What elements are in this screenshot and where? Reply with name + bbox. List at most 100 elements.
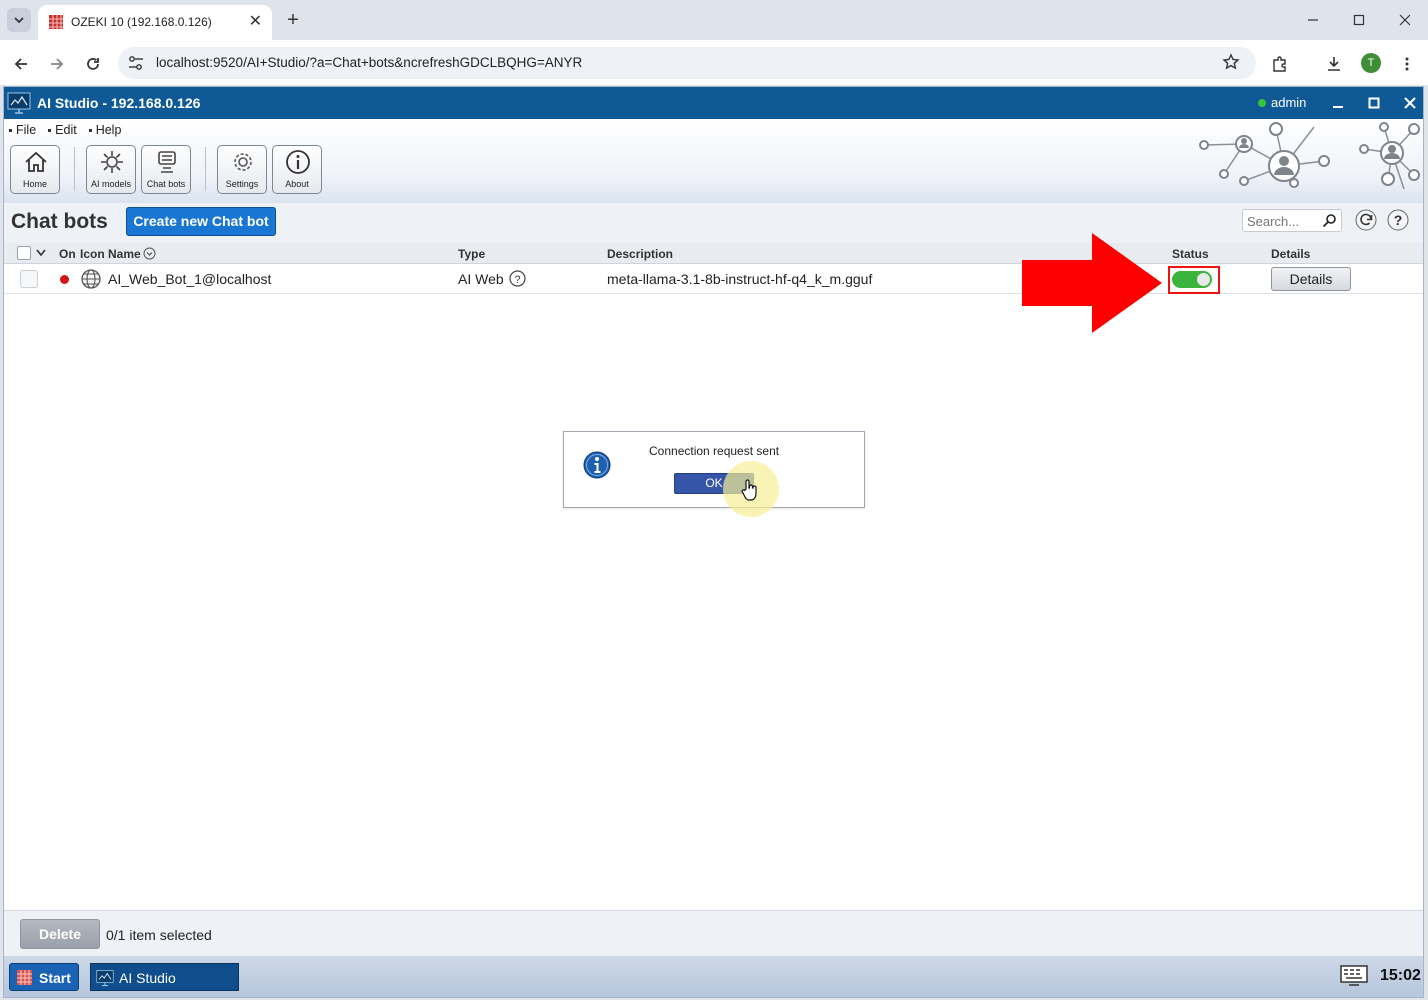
footer-bar: Delete 0/1 item selected bbox=[4, 910, 1423, 956]
chat-bots-button[interactable]: Chat bots bbox=[141, 145, 191, 194]
search-input[interactable] bbox=[1247, 212, 1321, 230]
delete-button[interactable]: Delete bbox=[20, 919, 100, 949]
menu-file[interactable]: File bbox=[9, 123, 36, 137]
column-icon: Icon bbox=[80, 247, 105, 261]
downloads-button[interactable] bbox=[1322, 52, 1346, 76]
svg-text:?: ? bbox=[514, 274, 520, 286]
connection-status-dot bbox=[60, 275, 69, 284]
user-name[interactable]: admin bbox=[1271, 95, 1306, 110]
address-bar[interactable]: localhost:9520/AI+Studio/?a=Chat+bots&nc… bbox=[118, 47, 1256, 79]
ai-models-label: AI models bbox=[90, 179, 132, 189]
ozeki-start-icon bbox=[17, 970, 32, 985]
start-label: Start bbox=[39, 970, 71, 986]
bot-name[interactable]: AI_Web_Bot_1@localhost bbox=[108, 271, 271, 287]
search-box bbox=[1242, 209, 1342, 232]
back-button[interactable] bbox=[9, 52, 33, 76]
minimize-icon bbox=[1308, 19, 1318, 21]
start-button[interactable]: Start bbox=[9, 963, 79, 991]
taskbar-ai-studio[interactable]: AI Studio bbox=[90, 963, 239, 991]
new-tab-button[interactable]: + bbox=[283, 9, 303, 31]
profile-avatar[interactable]: T bbox=[1361, 53, 1381, 73]
info-icon bbox=[286, 150, 310, 174]
site-info-icon[interactable] bbox=[127, 54, 145, 72]
tab-close-icon[interactable]: ✕ bbox=[249, 13, 262, 31]
column-on: On bbox=[59, 247, 76, 261]
kebab-menu-icon bbox=[1405, 57, 1409, 71]
browser-tabstrip: OZEKI 10 (192.168.0.126) ✕ + bbox=[0, 0, 1428, 40]
taskbar: Start AI Studio 15:02 bbox=[4, 956, 1423, 997]
chevron-down-icon[interactable] bbox=[36, 249, 46, 257]
column-name[interactable]: Name bbox=[108, 247, 141, 261]
table-header: On Icon Name Type Description Status Det… bbox=[4, 243, 1423, 264]
create-chat-bot-button[interactable]: Create new Chat bot bbox=[126, 207, 276, 236]
highlight-box bbox=[1168, 266, 1220, 294]
app-maximize-button[interactable] bbox=[1363, 94, 1385, 112]
window-close-button[interactable] bbox=[1385, 8, 1425, 32]
menu-bar: File Edit Help bbox=[9, 123, 121, 137]
tab-title: OZEKI 10 (192.168.0.126) bbox=[71, 15, 212, 29]
column-details: Details bbox=[1271, 247, 1311, 261]
tab-search-button[interactable] bbox=[7, 8, 31, 32]
menu-help[interactable]: Help bbox=[88, 123, 122, 137]
browser-menu-button[interactable] bbox=[1395, 52, 1419, 76]
ai-studio-logo-icon bbox=[96, 970, 114, 987]
dialog-message: Connection request sent bbox=[649, 444, 780, 458]
forward-button[interactable] bbox=[45, 52, 69, 76]
settings-button[interactable]: Settings bbox=[217, 145, 267, 194]
app-title-bar: AI Studio - 192.168.0.126 admin bbox=[4, 87, 1423, 119]
search-icon[interactable] bbox=[1322, 213, 1337, 228]
menu-edit[interactable]: Edit bbox=[48, 123, 77, 137]
row-checkbox[interactable] bbox=[20, 270, 38, 288]
select-all-checkbox[interactable] bbox=[17, 246, 31, 260]
question-icon[interactable]: ? bbox=[509, 270, 526, 287]
close-icon bbox=[1404, 97, 1416, 109]
menu-file-label: File bbox=[16, 123, 37, 137]
menu-help-label: Help bbox=[95, 123, 122, 137]
app-title: AI Studio - 192.168.0.126 bbox=[37, 95, 201, 111]
refresh-icon[interactable] bbox=[1355, 209, 1377, 231]
puzzle-icon bbox=[1273, 56, 1286, 72]
app-minimize-button[interactable] bbox=[1327, 94, 1349, 112]
browser-tab[interactable]: OZEKI 10 (192.168.0.126) ✕ bbox=[38, 5, 272, 40]
column-type: Type bbox=[458, 247, 486, 261]
arrow-right-icon bbox=[51, 58, 64, 70]
ai-models-button[interactable]: AI models bbox=[86, 145, 136, 194]
home-icon bbox=[25, 151, 47, 172]
download-icon bbox=[1328, 57, 1340, 71]
bot-description: meta-llama-3.1-8b-instruct-hf-q4_k_m.ggu… bbox=[607, 271, 873, 287]
keyboard-tray-icon[interactable] bbox=[1340, 965, 1368, 987]
help-icon[interactable]: ? bbox=[1387, 209, 1409, 231]
reload-button[interactable] bbox=[81, 52, 105, 76]
ai-studio-window: AI Studio - 192.168.0.126 admin File Edi… bbox=[3, 86, 1424, 998]
maximize-icon bbox=[1368, 97, 1380, 109]
extensions-button[interactable] bbox=[1268, 52, 1292, 76]
home-button[interactable]: Home bbox=[10, 145, 60, 194]
url-text[interactable]: localhost:9520/AI+Studio/?a=Chat+bots&nc… bbox=[156, 55, 582, 70]
sort-chevron-icon[interactable] bbox=[143, 247, 156, 260]
network-decoration-icon bbox=[1199, 122, 1420, 190]
page-title: Chat bots bbox=[11, 210, 108, 233]
online-status-dot bbox=[1258, 99, 1266, 107]
app-close-button[interactable] bbox=[1399, 94, 1421, 112]
window-minimize-button[interactable] bbox=[1293, 8, 1333, 32]
minimize-icon bbox=[1333, 106, 1343, 108]
column-description: Description bbox=[607, 247, 674, 261]
settings-label: Settings bbox=[225, 179, 259, 189]
about-button[interactable]: About bbox=[272, 145, 322, 194]
reload-icon bbox=[87, 58, 99, 70]
globe-icon bbox=[81, 269, 101, 289]
info-icon bbox=[583, 451, 611, 479]
selection-count: 0/1 item selected bbox=[106, 927, 212, 943]
chevron-down-icon bbox=[14, 17, 24, 24]
table-row[interactable]: AI_Web_Bot_1@localhost AI Web ? meta-lla… bbox=[4, 264, 1423, 294]
browser-toolbar: localhost:9520/AI+Studio/?a=Chat+bots&nc… bbox=[0, 40, 1428, 86]
home-label: Home bbox=[22, 179, 47, 189]
chat-bots-label: Chat bots bbox=[146, 179, 186, 189]
window-maximize-button[interactable] bbox=[1339, 8, 1379, 32]
maximize-icon bbox=[1353, 14, 1365, 26]
details-button[interactable]: Details bbox=[1271, 267, 1351, 291]
menu-edit-label: Edit bbox=[55, 123, 77, 137]
toolbar-separator bbox=[74, 147, 75, 191]
bookmark-star-icon[interactable] bbox=[1222, 53, 1240, 71]
ai-models-gear-icon bbox=[101, 151, 123, 173]
